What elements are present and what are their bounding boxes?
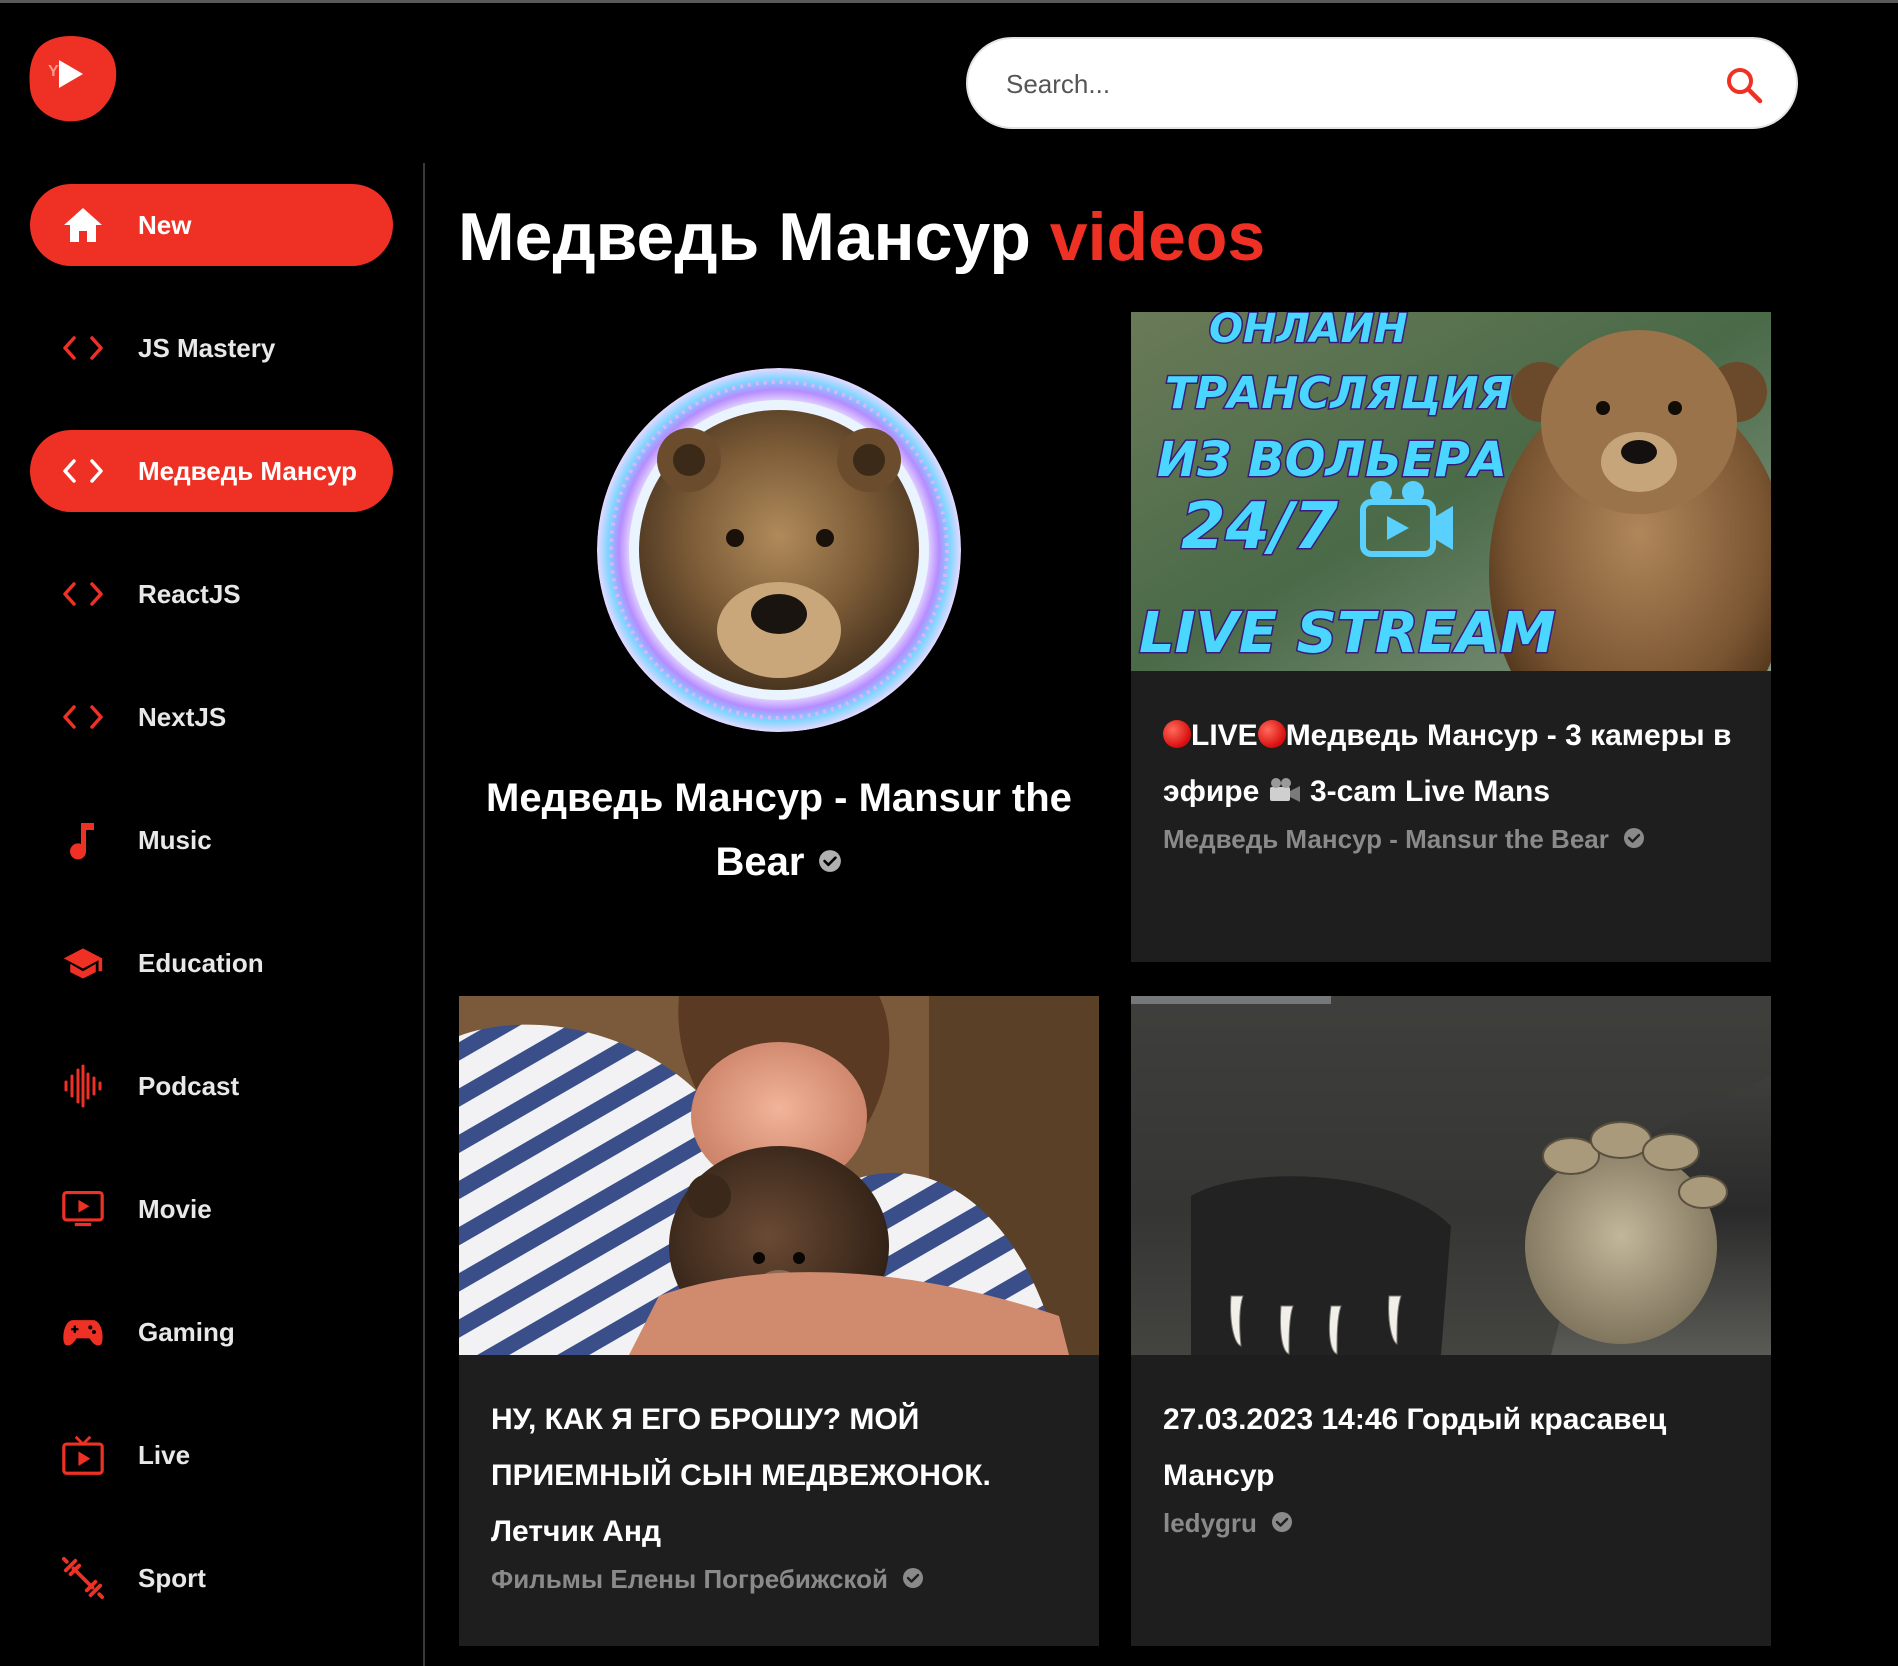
video-title[interactable]: LIVE Медведь Мансур - 3 камеры в эфире 3-… [1163,708,1753,820]
tv-play-icon [62,1188,104,1230]
thumb-text-line: 24/7 [1181,490,1338,564]
code-icon [62,327,104,369]
code-icon [62,450,104,492]
video-card[interactable]: 27.03.2023 14:46 Гордый красавец Мансур … [1131,996,1771,1646]
gamepad-icon [62,1311,104,1353]
live-dot-icon [1257,720,1286,749]
video-card[interactable]: НУ, КАК Я ЕГО БРОШУ? МОЙ ПРИЕМНЫЙ СЫН МЕ… [459,996,1099,1646]
channel-name[interactable]: Медведь Мансур - Mansur the Bear [479,766,1079,894]
live-tv-icon [62,1434,104,1476]
page-title-text: Медведь Мансур [458,199,1031,275]
sidebar-item-label: Music [138,825,212,855]
search-bar [966,37,1798,129]
channel-avatar[interactable] [597,368,961,732]
sidebar: New JS Mastery Медведь Мансур ReactJS Ne… [0,163,425,1666]
sidebar-item-podcast[interactable]: Podcast [30,1045,393,1127]
video-title[interactable]: НУ, КАК Я ЕГО БРОШУ? МОЙ ПРИЕМНЫЙ СЫН МЕ… [491,1392,1081,1560]
thumb-text-line: ОНЛАЙН [1209,312,1408,352]
sidebar-item-medved-mansur[interactable]: Медведь Мансур [30,430,393,512]
video-channel[interactable]: Фильмы Елены Погребижской [491,1560,1081,1598]
sidebar-item-label: Education [138,948,264,978]
channel-card[interactable]: Медведь Мансур - Mansur the Bear [459,312,1099,962]
window-top-border [0,0,1898,3]
sidebar-item-label: NextJS [138,702,227,732]
thumb-text-line: ТРАНСЛЯЦИЯ [1165,368,1512,419]
video-channel[interactable]: ledygru [1163,1504,1753,1542]
sidebar-item-gaming[interactable]: Gaming [30,1291,393,1373]
video-channel[interactable]: Медведь Мансур - Mansur the Bear [1163,820,1753,858]
verified-icon [1623,828,1644,849]
search-input[interactable] [1004,61,1704,107]
video-channel-name: Медведь Мансур - Mansur the Bear [1163,824,1609,854]
sidebar-item-label: Movie [138,1194,212,1224]
sidebar-item-reactjs[interactable]: ReactJS [30,553,393,635]
sidebar-item-sport[interactable]: Sport [30,1537,393,1619]
movie-camera-icon [1269,778,1300,803]
play-icon: YT [29,36,117,122]
dumbbell-icon [62,1557,104,1599]
sidebar-item-label: New [138,210,192,240]
sidebar-item-music[interactable]: Music [30,799,393,881]
sidebar-item-label: Live [138,1440,191,1470]
sidebar-item-nextjs[interactable]: NextJS [30,676,393,758]
video-thumbnail[interactable] [459,996,1099,1355]
sidebar-item-live[interactable]: Live [30,1414,393,1496]
graduation-cap-icon [62,942,104,984]
code-icon [62,573,104,615]
thumb-text-line: ИЗ ВОЛЬЕРА [1157,432,1507,488]
video-title[interactable]: 27.03.2023 14:46 Гордый красавец Мансур [1163,1392,1753,1504]
video-card[interactable]: ОНЛАЙН ТРАНСЛЯЦИЯ ИЗ ВОЛЬЕРА 24/7 LIVE S… [1131,312,1771,962]
sidebar-item-education[interactable]: Education [30,922,393,1004]
sidebar-item-label: JS Mastery [138,333,276,363]
channel-name-text: Медведь Мансур - Mansur the Bear [486,776,1072,884]
video-info: LIVE Медведь Мансур - 3 камеры в эфире 3-… [1163,708,1753,858]
verified-icon [819,850,842,873]
video-thumbnail[interactable]: ОНЛАЙН ТРАНСЛЯЦИЯ ИЗ ВОЛЬЕРА 24/7 LIVE S… [1131,312,1771,671]
video-info: 27.03.2023 14:46 Гордый красавец Мансур … [1163,1392,1753,1542]
sidebar-item-movie[interactable]: Movie [30,1168,393,1250]
video-title-live: LIVE [1191,719,1258,752]
verified-icon [902,1568,923,1589]
video-thumbnail[interactable] [1131,996,1771,1355]
video-title-text: 3-cam Live Mans [1309,775,1551,808]
live-dot-icon [1163,720,1191,749]
search-button[interactable] [1724,65,1764,105]
sidebar-item-label: Sport [138,1563,206,1593]
sidebar-item-label: Медведь Мансур [138,456,358,486]
video-channel-name: Фильмы Елены Погребижской [491,1564,888,1594]
music-note-icon [62,819,104,861]
sidebar-item-new[interactable]: New [30,184,393,266]
page-title-accent: videos [1049,199,1266,275]
logo[interactable]: YT [26,32,120,122]
sidebar-item-js-mastery[interactable]: JS Mastery [30,307,393,389]
sidebar-item-label: Podcast [138,1071,240,1101]
soundwave-icon [62,1064,104,1108]
video-info: НУ, КАК Я ЕГО БРОШУ? МОЙ ПРИЕМНЫЙ СЫН МЕ… [491,1392,1081,1598]
thumb-text-line: LIVE STREAM [1139,601,1556,666]
sidebar-item-label: ReactJS [138,579,241,609]
home-icon [62,204,104,246]
verified-icon [1271,1512,1292,1533]
sidebar-item-label: Gaming [138,1317,235,1347]
page-title: Медведь Мансур videos [458,192,1265,282]
search-icon [1727,68,1763,104]
code-icon [62,696,104,738]
video-channel-name: ledygru [1163,1508,1257,1538]
